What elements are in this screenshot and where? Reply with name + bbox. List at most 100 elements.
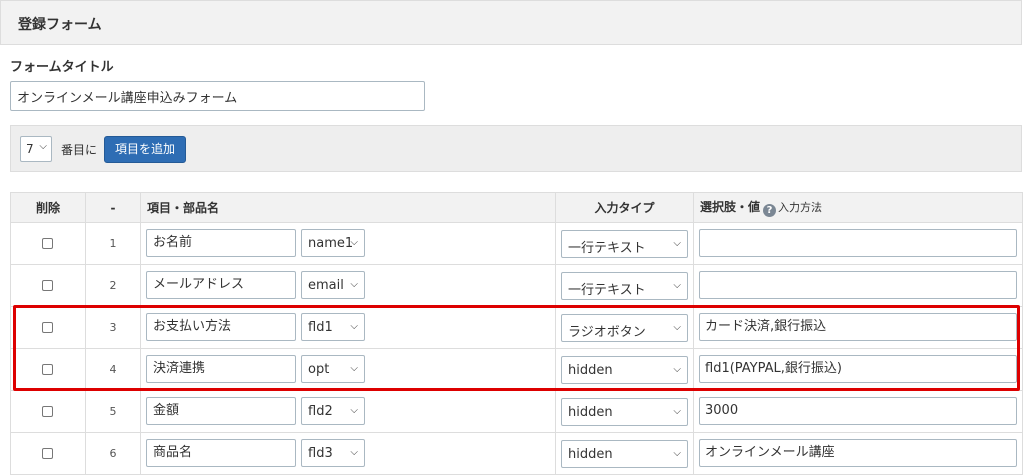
field-code-select[interactable]: opt ⌵ [301,355,365,383]
table-row: 3 お支払い方法 fld1 ⌵ ラジオボタン ⌵ カード決済,銀行振込 [10,306,1023,349]
input-type-value: 一行テキスト [568,241,646,256]
values-input[interactable]: 3000 [699,397,1017,425]
chevron-down-icon: ⌵ [673,406,681,417]
field-code-value: email [308,278,344,293]
input-type-select[interactable]: 一行テキスト ⌵ [561,272,688,300]
values-input[interactable]: オンラインメール講座 [699,439,1017,467]
help-icon[interactable]: ? [763,204,777,217]
delete-cell [10,222,86,265]
field-code-value: name1 [308,236,354,251]
input-method-link[interactable]: 入力方法 [778,201,822,214]
insert-position-select[interactable]: 7 ⌵ [20,136,52,162]
input-type-select[interactable]: ラジオボタン ⌵ [561,314,688,342]
delete-checkbox[interactable] [42,280,53,291]
item-name-input[interactable]: 金額 [146,397,296,425]
header-number: - [85,192,141,223]
input-type-value: 一行テキスト [568,283,646,298]
panel-title: 登録フォーム [18,17,102,33]
delete-cell [10,264,86,307]
add-item-button[interactable]: 項目を追加 [104,136,186,163]
row-number: 6 [85,432,141,475]
input-type-cell: hidden ⌵ [555,348,694,391]
chevron-down-icon: ⌵ [673,364,681,375]
chevron-down-icon: ⌵ [673,448,681,459]
input-type-value: hidden [568,405,613,420]
form-title-label: フォームタイトル [10,60,114,75]
values-cell: カード決済,銀行振込 [693,306,1023,349]
values-cell: オンラインメール講座 [693,432,1023,475]
item-name-cell: 金額 fld2 ⌵ [140,390,556,433]
values-input[interactable] [699,271,1017,299]
delete-cell [10,348,86,391]
input-type-cell: hidden ⌵ [555,432,694,475]
add-item-toolbar: 7 ⌵ 番目に 項目を追加 [10,125,1022,172]
values-input[interactable] [699,229,1017,257]
row-number: 1 [85,222,141,265]
row-number: 3 [85,306,141,349]
values-cell: 3000 [693,390,1023,433]
insert-position-value: 7 [26,142,34,156]
chevron-down-icon: ⌵ [673,322,681,333]
field-code-value: fld1 [308,320,333,335]
values-cell: fld1(PAYPAL,銀行振込) [693,348,1023,391]
header-input-type: 入力タイプ [555,192,694,223]
form-items-table: 削除 - 項目・部品名 入力タイプ 選択肢・値? 入力方法 1 お名前 name1 ⌵ 一… [10,192,1023,475]
table-row: 1 お名前 name1 ⌵ 一行テキスト ⌵ [10,222,1023,265]
item-name-cell: 決済連携 opt ⌵ [140,348,556,391]
input-type-cell: ラジオボタン ⌵ [555,306,694,349]
input-type-select[interactable]: hidden ⌵ [561,356,688,384]
chevron-down-icon: ⌵ [350,447,358,458]
item-name-cell: メールアドレス email ⌵ [140,264,556,307]
item-name-input[interactable]: 商品名 [146,439,296,467]
delete-cell [10,432,86,475]
input-type-value: hidden [568,363,613,378]
input-type-select[interactable]: hidden ⌵ [561,440,688,468]
field-code-value: opt [308,362,330,377]
table-header-row: 削除 - 項目・部品名 入力タイプ 選択肢・値? 入力方法 [10,192,1023,223]
header-delete: 削除 [10,192,86,223]
delete-cell [10,306,86,349]
input-type-value: ラジオボタン [568,325,646,340]
values-cell [693,264,1023,307]
delete-checkbox[interactable] [42,364,53,375]
input-type-select[interactable]: 一行テキスト ⌵ [561,230,688,258]
field-code-select[interactable]: fld2 ⌵ [301,397,365,425]
table-row: 2 メールアドレス email ⌵ 一行テキスト ⌵ [10,264,1023,307]
form-title-input[interactable] [10,81,425,111]
delete-checkbox[interactable] [42,322,53,333]
delete-checkbox[interactable] [42,448,53,459]
chevron-down-icon: ⌵ [350,237,358,248]
field-code-select[interactable]: fld1 ⌵ [301,313,365,341]
field-code-select[interactable]: name1 ⌵ [301,229,365,257]
field-code-select[interactable]: fld3 ⌵ [301,439,365,467]
row-number: 5 [85,390,141,433]
input-type-cell: hidden ⌵ [555,390,694,433]
panel-header: 登録フォーム [0,0,1022,45]
chevron-down-icon: ⌵ [673,238,681,249]
header-values: 選択肢・値 [700,200,761,214]
item-name-input[interactable]: お支払い方法 [146,313,296,341]
item-name-cell: お支払い方法 fld1 ⌵ [140,306,556,349]
delete-cell [10,390,86,433]
field-code-value: fld2 [308,404,333,419]
chevron-down-icon: ⌵ [673,280,681,291]
input-type-value: hidden [568,447,613,462]
input-type-cell: 一行テキスト ⌵ [555,264,694,307]
table-row: 6 商品名 fld3 ⌵ hidden ⌵ オンラインメール講座 [10,432,1023,475]
table-row: 5 金額 fld2 ⌵ hidden ⌵ 3000 [10,390,1023,433]
item-name-input[interactable]: 決済連携 [146,355,296,383]
chevron-down-icon: ⌵ [39,141,47,152]
row-number: 2 [85,264,141,307]
insert-position-label: 番目に [61,143,98,157]
item-name-input[interactable]: メールアドレス [146,271,296,299]
delete-checkbox[interactable] [42,238,53,249]
header-values-cell: 選択肢・値? 入力方法 [693,192,1023,223]
field-code-select[interactable]: email ⌵ [301,271,365,299]
values-input[interactable]: fld1(PAYPAL,銀行振込) [699,355,1017,383]
item-name-input[interactable]: お名前 [146,229,296,257]
values-cell [693,222,1023,265]
delete-checkbox[interactable] [42,406,53,417]
input-type-cell: 一行テキスト ⌵ [555,222,694,265]
values-input[interactable]: カード決済,銀行振込 [699,313,1017,341]
input-type-select[interactable]: hidden ⌵ [561,398,688,426]
